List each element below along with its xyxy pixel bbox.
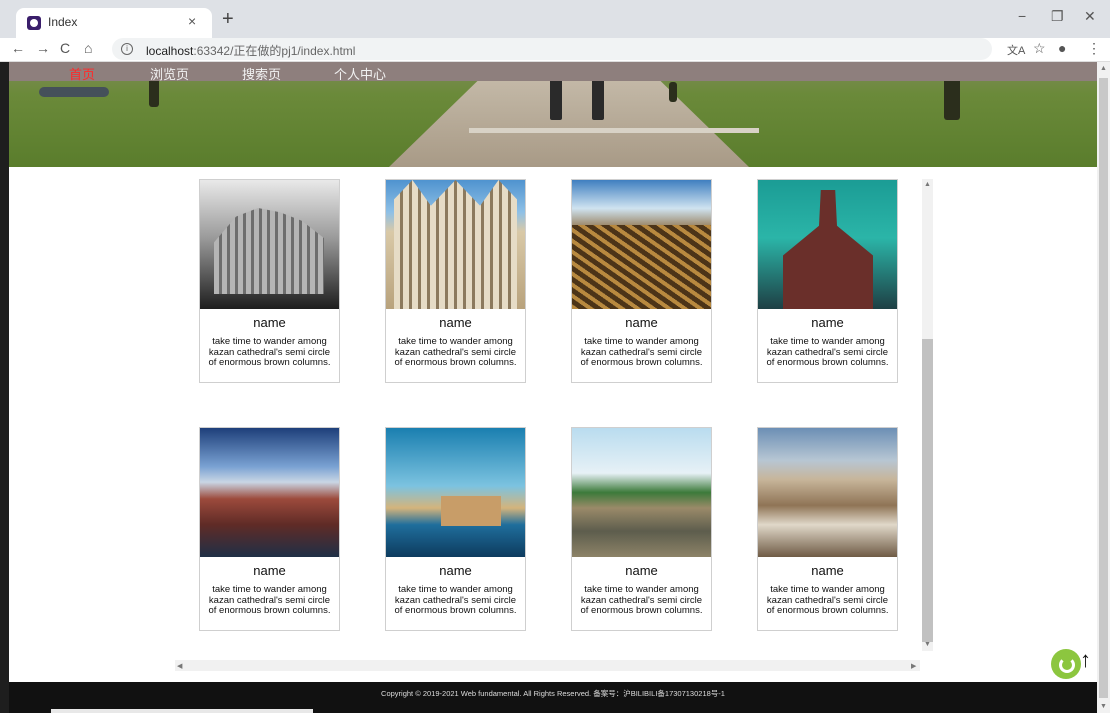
card-name: name [439,563,472,578]
gallery-horizontal-scrollbar[interactable]: ◀ ▶ [175,660,920,671]
scroll-up-arrow-icon[interactable]: ▲ [924,181,931,188]
tab-strip: Index × + − ❐ ✕ [0,0,1110,38]
gallery-scroll-thumb[interactable] [922,339,933,642]
back-button[interactable]: ← [11,40,25,56]
page-viewport: 首页 浏览页 搜索页 个人中心 name take time to wander… [9,62,1097,682]
scroll-down-arrow-icon[interactable]: ▼ [924,641,931,648]
card-image[interactable] [386,180,525,309]
card-description: take time to wander among kazan cathedra… [766,584,889,616]
tab-index[interactable]: Index × [16,8,212,38]
card-description: take time to wander among kazan cathedra… [580,584,703,616]
card-image[interactable] [758,180,897,309]
card-name: name [439,315,472,330]
hero-step [469,128,759,133]
card-description: take time to wander among kazan cathedra… [580,336,703,368]
card-description: take time to wander among kazan cathedra… [394,584,517,616]
new-tab-button[interactable]: + [222,9,234,29]
copyright-text: Copyright © 2019-2021 Web fundamental. A… [381,689,725,698]
gallery-vertical-scrollbar[interactable]: ▲ ▼ [922,179,933,651]
page-vertical-scrollbar[interactable]: ▲ ▼ [1097,62,1110,713]
star-icon[interactable]: ☆ [1033,40,1046,57]
card-name: name [625,563,658,578]
card-description: take time to wander among kazan cathedra… [766,336,889,368]
profile-icon[interactable]: ● [1058,40,1066,56]
card[interactable]: name take time to wander among kazan cat… [571,427,712,631]
page-scroll-up-icon[interactable]: ▲ [1100,65,1107,72]
hero-post [669,82,677,102]
card[interactable]: name take time to wander among kazan cat… [385,427,526,631]
footer-strip [51,709,313,713]
card-name: name [811,315,844,330]
up-arrow-icon[interactable]: ↑ [1080,647,1091,673]
card-name: name [625,315,658,330]
page-scroll-down-icon[interactable]: ▼ [1100,703,1107,710]
favicon-icon [27,16,41,30]
menu-icon[interactable]: ⋮ [1087,40,1101,57]
card-image[interactable] [572,428,711,557]
url-text[interactable]: localhost:63342/正在做的pj1/index.html [146,42,355,59]
tab-close-icon[interactable]: × [188,13,196,29]
card[interactable]: name take time to wander among kazan cat… [385,179,526,383]
minimize-button[interactable]: − [1018,8,1026,24]
translate-icon[interactable]: 文A [1007,42,1025,58]
card[interactable]: name take time to wander among kazan cat… [757,179,898,383]
card-description: take time to wander among kazan cathedra… [208,584,331,616]
scroll-left-arrow-icon[interactable]: ◀ [177,662,182,670]
card[interactable]: name take time to wander among kazan cat… [199,179,340,383]
card-description: take time to wander among kazan cathedra… [208,336,331,368]
card-name: name [253,563,286,578]
back-to-top-button[interactable] [1051,649,1081,679]
tab-title: Index [48,15,78,29]
card-description: take time to wander among kazan cathedra… [394,336,517,368]
card-image[interactable] [572,180,711,309]
hero-person [592,76,604,120]
scroll-right-arrow-icon[interactable]: ▶ [911,662,916,670]
info-icon[interactable]: i [121,43,133,55]
hero-person [550,76,562,120]
site-navbar: 首页 浏览页 搜索页 个人中心 [9,62,1097,83]
browser-toolbar: ← → C ⌂ i localhost:63342/正在做的pj1/index.… [0,38,1110,62]
card-name: name [253,315,286,330]
reload-button[interactable]: C [60,40,70,56]
card-image[interactable] [758,428,897,557]
page-scroll-thumb[interactable] [1099,78,1108,698]
refresh-icon [1059,657,1075,673]
card-name: name [811,563,844,578]
nav-home[interactable]: 首页 [69,64,95,83]
close-window-button[interactable]: ✕ [1084,8,1096,25]
card[interactable]: name take time to wander among kazan cat… [571,179,712,383]
card[interactable]: name take time to wander among kazan cat… [199,427,340,631]
nav-profile[interactable]: 个人中心 [334,64,386,83]
nav-search[interactable]: 搜索页 [242,64,281,83]
forward-button[interactable]: → [36,40,50,56]
hero-bench [39,87,109,97]
site-footer: Copyright © 2019-2021 Web fundamental. A… [9,682,1097,713]
restore-button[interactable]: ❐ [1051,8,1064,25]
card-image[interactable] [200,428,339,557]
card-image[interactable] [200,180,339,309]
card-image[interactable] [386,428,525,557]
address-bar[interactable]: i localhost:63342/正在做的pj1/index.html [112,38,992,60]
nav-browse[interactable]: 浏览页 [150,64,189,83]
home-button[interactable]: ⌂ [84,40,92,56]
card[interactable]: name take time to wander among kazan cat… [757,427,898,631]
